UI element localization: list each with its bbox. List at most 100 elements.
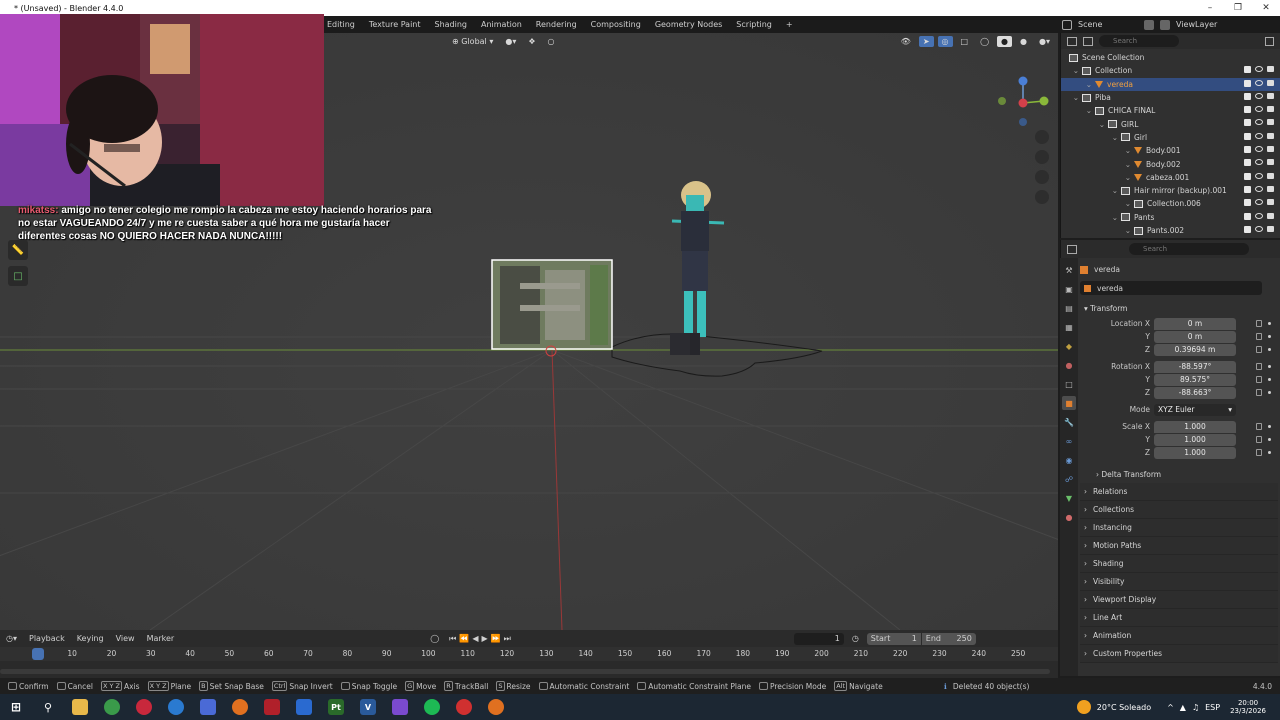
minimize-icon[interactable]: – bbox=[1196, 0, 1224, 16]
properties-section-header[interactable]: › Motion Paths bbox=[1080, 537, 1278, 555]
properties-section-header[interactable]: › Custom Properties bbox=[1080, 645, 1278, 663]
file-explorer-icon[interactable] bbox=[72, 699, 88, 715]
proportional-edit-icon[interactable]: ○ bbox=[544, 36, 559, 47]
gizmo-z-icon[interactable] bbox=[1018, 76, 1028, 86]
eye-icon[interactable] bbox=[1255, 172, 1263, 179]
disclosure-triangle-icon[interactable]: ⌄ bbox=[1061, 213, 1121, 222]
photos-icon[interactable] bbox=[296, 699, 312, 715]
render-tab-icon[interactable]: ▣ bbox=[1062, 282, 1076, 296]
location-z-field[interactable]: 0.39694 m bbox=[1154, 343, 1236, 356]
gizmo-y-icon[interactable] bbox=[1039, 96, 1049, 106]
pan-hand-icon[interactable] bbox=[1035, 150, 1049, 164]
lock-icon[interactable] bbox=[1256, 376, 1262, 383]
camera-icon[interactable] bbox=[1267, 92, 1274, 99]
lock-icon[interactable] bbox=[1256, 449, 1262, 456]
exclude-checkbox-icon[interactable] bbox=[1244, 132, 1251, 140]
outliner-item[interactable]: ⌄ GIRL bbox=[1061, 117, 1280, 130]
rotation-y-field[interactable]: 89.575° bbox=[1154, 373, 1236, 386]
output-tab-icon[interactable]: ▤ bbox=[1062, 301, 1076, 315]
exclude-checkbox-icon[interactable] bbox=[1244, 225, 1251, 233]
keyframe-dot-icon[interactable] bbox=[1268, 335, 1271, 338]
properties-section-header[interactable]: › Visibility bbox=[1080, 573, 1278, 591]
pycharm-icon[interactable]: Pt bbox=[328, 699, 344, 715]
gizmo-neg-z-icon[interactable] bbox=[1019, 118, 1027, 126]
eye-icon[interactable] bbox=[1255, 119, 1263, 126]
display-mode-icon[interactable] bbox=[1083, 36, 1093, 46]
eye-icon[interactable] bbox=[1255, 199, 1263, 206]
workspace-tab[interactable]: Scripting bbox=[729, 16, 779, 33]
exclude-checkbox-icon[interactable] bbox=[1244, 185, 1251, 193]
pivot-point-icon[interactable]: ●▾ bbox=[501, 36, 520, 47]
video-app-icon[interactable] bbox=[264, 699, 280, 715]
workspace-tab[interactable]: Texture Paint bbox=[362, 16, 428, 33]
rotation-mode-dropdown[interactable]: XYZ Euler ▾ bbox=[1154, 403, 1236, 416]
camera-icon[interactable] bbox=[1267, 106, 1274, 113]
timeline-scrollbar[interactable] bbox=[0, 669, 1050, 674]
scale-z-field[interactable]: 1.000 bbox=[1154, 446, 1236, 459]
overlay-toggle-icon[interactable]: ◎ bbox=[937, 36, 953, 47]
outliner-item[interactable]: ⌄ Pants.002 bbox=[1061, 224, 1280, 237]
visibility-icon[interactable]: 👁 bbox=[897, 36, 915, 47]
camera-icon[interactable] bbox=[1267, 225, 1274, 232]
editor-type-icon[interactable]: ◷▾ bbox=[0, 634, 23, 643]
chrome-icon[interactable] bbox=[104, 699, 120, 715]
disclosure-triangle-icon[interactable]: ⌄ bbox=[1061, 226, 1134, 235]
solid-shading-icon[interactable]: ● bbox=[997, 36, 1013, 47]
lock-icon[interactable] bbox=[1256, 423, 1262, 430]
keyframe-dot-icon[interactable] bbox=[1268, 451, 1271, 454]
network-icon[interactable]: ▲ bbox=[1180, 703, 1186, 712]
transform-orientation-dropdown[interactable]: ⊕ Global ▾ bbox=[448, 36, 497, 47]
clock[interactable]: 20:00 23/3/2026 bbox=[1230, 699, 1266, 715]
rotation-x-field[interactable]: -88.597° bbox=[1154, 360, 1236, 373]
gizmo-x-icon[interactable] bbox=[1018, 98, 1028, 108]
camera-view-icon[interactable] bbox=[1035, 170, 1049, 184]
properties-section-header[interactable]: › Viewport Display bbox=[1080, 591, 1278, 609]
current-frame-field[interactable]: 1 bbox=[793, 632, 844, 645]
delta-transform-header[interactable]: › Delta Transform bbox=[1080, 465, 1278, 483]
weather-icon[interactable] bbox=[1076, 700, 1091, 714]
outliner-item[interactable]: ⌄ Collection.006 bbox=[1061, 197, 1280, 210]
clock-icon[interactable]: ◷ bbox=[852, 634, 859, 643]
view-layer-tab-icon[interactable]: ▦ bbox=[1062, 320, 1076, 334]
camera-icon[interactable] bbox=[1267, 199, 1274, 206]
outliner-item[interactable]: ⌄ Hair mirror (backup).001 bbox=[1061, 184, 1280, 197]
close-icon[interactable]: ✕ bbox=[1252, 0, 1280, 16]
outliner-item[interactable]: ⌄ Pants bbox=[1061, 211, 1280, 224]
tray-chevron-icon[interactable]: ^ bbox=[1167, 703, 1174, 712]
disclosure-triangle-icon[interactable]: ⌄ bbox=[1061, 146, 1134, 155]
exclude-checkbox-icon[interactable] bbox=[1244, 199, 1251, 207]
measure-tool-icon[interactable]: 📏 bbox=[8, 240, 28, 260]
tool-tab-icon[interactable]: ⚒ bbox=[1062, 263, 1076, 277]
properties-section-header[interactable]: › Animation bbox=[1080, 627, 1278, 645]
exclude-checkbox-icon[interactable] bbox=[1244, 159, 1251, 167]
add-workspace-icon[interactable]: + bbox=[779, 16, 800, 33]
vereda-plane[interactable] bbox=[491, 259, 613, 350]
scale-x-field[interactable]: 1.000 bbox=[1154, 420, 1236, 433]
outliner-item[interactable]: ⌄ Body.002 bbox=[1061, 157, 1280, 170]
rendered-shading-icon[interactable]: ●▾ bbox=[1035, 36, 1054, 47]
disclosure-triangle-icon[interactable]: ⌄ bbox=[1061, 133, 1121, 142]
outliner-item[interactable]: ⌄ vereda bbox=[1061, 77, 1280, 91]
disclosure-triangle-icon[interactable]: ⌄ bbox=[1061, 173, 1134, 182]
scene-icon[interactable] bbox=[1062, 19, 1072, 30]
location-y-field[interactable]: 0 m bbox=[1154, 330, 1236, 343]
disclosure-triangle-icon[interactable]: ⌄ bbox=[1061, 160, 1134, 169]
outliner-item[interactable]: ⌄ Body.001 bbox=[1061, 144, 1280, 157]
object-name-field[interactable]: vereda bbox=[1080, 281, 1262, 295]
snap-icon[interactable]: ❖ bbox=[524, 36, 539, 47]
filter-icon[interactable] bbox=[1265, 36, 1274, 46]
outliner-item[interactable]: ⌄ cabeza.001 bbox=[1061, 171, 1280, 184]
outliner-item[interactable]: ⌄ Collection bbox=[1061, 64, 1280, 77]
keyframe-dot-icon[interactable] bbox=[1268, 391, 1271, 394]
transform-panel-header[interactable]: ▾ Transform bbox=[1080, 299, 1278, 317]
zoom-icon[interactable] bbox=[1035, 130, 1049, 144]
app-icon[interactable] bbox=[200, 699, 216, 715]
disclosure-triangle-icon[interactable]: ⌄ bbox=[1061, 93, 1082, 102]
playhead[interactable] bbox=[32, 648, 44, 660]
lock-icon[interactable] bbox=[1256, 333, 1262, 340]
properties-section-header[interactable]: › Collections bbox=[1080, 501, 1278, 519]
eye-icon[interactable] bbox=[1255, 146, 1263, 153]
keyframe-dot-icon[interactable] bbox=[1268, 348, 1271, 351]
camera-icon[interactable] bbox=[1267, 146, 1274, 153]
eye-icon[interactable] bbox=[1255, 79, 1263, 86]
